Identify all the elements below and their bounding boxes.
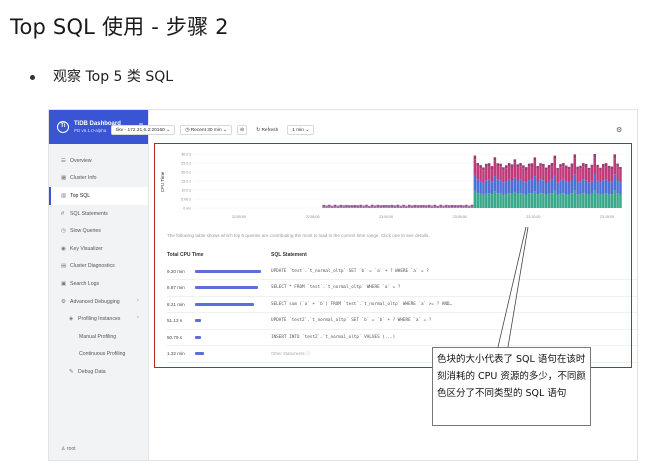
eye-icon: ◉ [61, 245, 66, 252]
sidebar-item[interactable]: ◷ Slow Queries [49, 222, 148, 240]
sidebar-item-label: Manual Profiling [79, 333, 117, 340]
zoom-out-icon: ⊖ [240, 127, 245, 133]
sidebar-item[interactable]: Continuous Profiling [49, 346, 148, 364]
chevron-down-icon: ⌄ [223, 127, 228, 133]
overview-icon: ☰ [61, 157, 66, 164]
refresh-label: Refresh [261, 127, 279, 133]
callout-box: 色块的大小代表了 SQL 语句在该时刻消耗的 CPU 资源的多少，不同颜色区分了… [432, 347, 591, 426]
sidebar-item-label: Cluster Diagnostics [70, 263, 115, 270]
tidb-logo-icon: Ti [57, 121, 69, 133]
refresh-icon: ↻ [256, 127, 261, 133]
chevron-up-icon: ⌃ [135, 316, 140, 323]
cluster-icon: ▦ [61, 175, 67, 182]
chart-icon: ▥ [61, 192, 67, 199]
user-name: root [66, 446, 76, 452]
hash-icon: # [61, 210, 65, 217]
highlight-frame [154, 143, 632, 368]
bullet-dot [30, 74, 35, 80]
slow-icon: ◷ [61, 228, 66, 235]
sidebar-item[interactable]: ▥ Top SQL [49, 187, 148, 205]
sidebar-item[interactable]: Manual Profiling [49, 328, 148, 346]
diagnostics-icon: ▤ [61, 263, 67, 270]
sidebar-item-label: Top SQL [70, 192, 91, 199]
sidebar-item[interactable]: ⚙ Advanced Debugging ⌃ [49, 293, 148, 311]
interval-select[interactable]: 1 min ⌄ [287, 125, 315, 135]
sidebar-item-label: Debug Data [78, 368, 106, 375]
sidebar-item[interactable]: ◉ Key Visualizer [49, 240, 148, 258]
debug-icon: ⚙ [61, 298, 66, 305]
sidebar-item-label: Slow Queries [70, 228, 101, 235]
refresh-button[interactable]: ↻ Refresh [252, 125, 283, 135]
sidebar-item[interactable]: ☰ Overview [49, 152, 148, 170]
zoom-out-button[interactable]: ⊖ [237, 125, 248, 135]
sidebar-item-label: Cluster Info [70, 175, 97, 182]
sidebar-item[interactable]: ▦ Cluster Info [49, 170, 148, 188]
toolbar: tikv - 172.31.6.2:20160 ⌄ ◷ Recent 30 mi… [111, 124, 319, 136]
sidebar-item-label: Key Visualizer [70, 245, 103, 252]
profiling-icon: ◈ [69, 316, 74, 323]
sidebar-item-label: Overview [70, 157, 92, 164]
sidebar-item-label: Advanced Debugging [70, 298, 120, 305]
sidebar-nav: ☰ Overview ▦ Cluster Info ▥ Top SQL # SQL State… [49, 152, 148, 381]
sidebar-item-label: Continuous Profiling [79, 351, 126, 358]
sidebar-item[interactable]: # SQL Statements [49, 205, 148, 223]
sidebar-item[interactable]: ▤ Cluster Diagnostics [49, 258, 148, 276]
instance-select[interactable]: tikv - 172.31.6.2:20160 ⌄ [111, 125, 176, 135]
bullet-text: 观察 Top 5 类 SQL [53, 69, 174, 85]
instance-value: tikv - 172.31.6.2:20160 [116, 127, 165, 133]
chevron-down-icon: ⌄ [305, 127, 310, 133]
sidebar-item-label: SQL Statements [70, 210, 108, 217]
debug-data-icon: ✎ [69, 368, 74, 375]
sidebar-item-label: Search Logs [70, 280, 100, 287]
gear-icon[interactable]: ⚙ [616, 126, 622, 134]
sidebar-item[interactable]: ◈ Profiling Instances ⌃ [49, 310, 148, 328]
sidebar-item[interactable]: ▣ Search Logs [49, 275, 148, 293]
slide-title: Top SQL 使用 - 步骤 2 [10, 15, 229, 39]
user-item[interactable]: ♙ root [61, 446, 76, 452]
time-range-value: Recent 30 min [190, 127, 222, 133]
logs-icon: ▣ [61, 280, 67, 287]
sidebar-item[interactable]: ✎ Debug Data [49, 363, 148, 381]
chevron-up-icon: ⌃ [135, 298, 140, 305]
bullet-item: 观察 Top 5 类 SQL [30, 66, 173, 86]
sidebar: Ti TiDB Dashboard PD v6.1.0-alpha ≡ ☰Ove… [49, 110, 149, 460]
chevron-down-icon: ⌄ [166, 127, 171, 133]
clock-icon: ◷ [185, 127, 190, 133]
interval-value: 1 min [292, 127, 304, 133]
time-range-select[interactable]: ◷ Recent 30 min ⌄ [180, 125, 233, 135]
sidebar-item-label: Profiling Instances [78, 316, 121, 323]
